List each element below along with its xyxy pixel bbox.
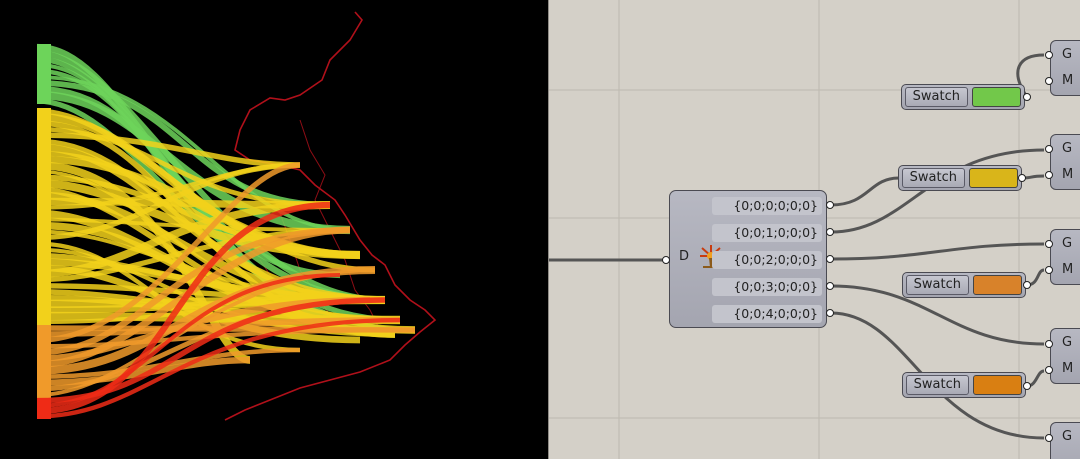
splitter-output-port[interactable] <box>826 201 834 209</box>
output-0[interactable]: {0;0;0;0;0;0} <box>712 197 822 215</box>
m-input-label: M <box>1062 167 1074 182</box>
g-input-label: G <box>1062 335 1073 350</box>
flow-band-origin <box>37 44 51 104</box>
swatch-label: Swatch <box>906 375 969 395</box>
m-input-port[interactable] <box>1045 77 1053 85</box>
output-3[interactable]: {0;0;3;0;0;0} <box>712 278 822 296</box>
explode-tree-component[interactable]: D {0;0;0;0;0;0} {0;0;1;0;0;0} {0;0;2;0;0… <box>669 190 827 328</box>
swatch-color[interactable] <box>968 168 1018 188</box>
flow-band-origin <box>37 398 51 419</box>
gm-component-4[interactable]: G M <box>1050 328 1080 384</box>
g-input-port[interactable] <box>1045 51 1053 59</box>
g-input-port[interactable] <box>1045 145 1053 153</box>
flow-map-render <box>36 11 437 421</box>
swatch-output-port[interactable] <box>1018 174 1026 182</box>
3d-viewport[interactable] <box>0 0 547 459</box>
gm-component-5[interactable]: G <box>1050 422 1080 459</box>
swatch-label: Swatch <box>905 87 968 107</box>
swatch-component-2[interactable]: Swatch <box>898 165 1022 191</box>
g-input-port[interactable] <box>1045 434 1053 442</box>
m-input-label: M <box>1062 73 1074 88</box>
swatch-color[interactable] <box>972 375 1022 395</box>
splitter-output-port[interactable] <box>826 309 834 317</box>
input-label: D <box>679 249 690 264</box>
swatch-output-port[interactable] <box>1023 281 1031 289</box>
m-input-port[interactable] <box>1045 171 1053 179</box>
swatch-output-port[interactable] <box>1023 382 1031 390</box>
g-input-label: G <box>1062 236 1073 251</box>
output-1[interactable]: {0;0;1;0;0;0} <box>712 224 822 242</box>
g-input-label: G <box>1062 429 1073 444</box>
swatch-component-3[interactable]: Swatch <box>902 272 1026 298</box>
g-input-label: G <box>1062 47 1073 62</box>
gm-component-3[interactable]: G M <box>1050 229 1080 285</box>
gm-component-2[interactable]: G M <box>1050 134 1080 190</box>
flow-band-origin <box>37 325 51 398</box>
swatch-component-1[interactable]: Swatch <box>901 84 1025 110</box>
swatch-color[interactable] <box>971 87 1021 107</box>
grasshopper-canvas[interactable]: Swatch Swatch Swatch Swatch D {0;0;0;0;0… <box>548 0 1080 459</box>
swatch-label: Swatch <box>902 168 965 188</box>
g-input-port[interactable] <box>1045 240 1053 248</box>
swatch-component-4[interactable]: Swatch <box>902 372 1026 398</box>
g-input-port[interactable] <box>1045 340 1053 348</box>
gm-component-1[interactable]: G M <box>1050 40 1080 96</box>
flow-band-origin <box>37 108 51 325</box>
swatch-label: Swatch <box>906 275 969 295</box>
swatch-output-port[interactable] <box>1023 93 1031 101</box>
m-input-port[interactable] <box>1045 366 1053 374</box>
swatch-color[interactable] <box>972 275 1022 295</box>
output-2[interactable]: {0;0;2;0;0;0} <box>712 251 822 269</box>
g-input-label: G <box>1062 141 1073 156</box>
splitter-output-port[interactable] <box>826 282 834 290</box>
m-input-label: M <box>1062 262 1074 277</box>
splitter-output-port[interactable] <box>826 255 834 263</box>
m-input-port[interactable] <box>1045 266 1053 274</box>
m-input-label: M <box>1062 361 1074 376</box>
splitter-input-port[interactable] <box>662 256 670 264</box>
splitter-output-port[interactable] <box>826 228 834 236</box>
output-4[interactable]: {0;0;4;0;0;0} <box>712 305 822 323</box>
